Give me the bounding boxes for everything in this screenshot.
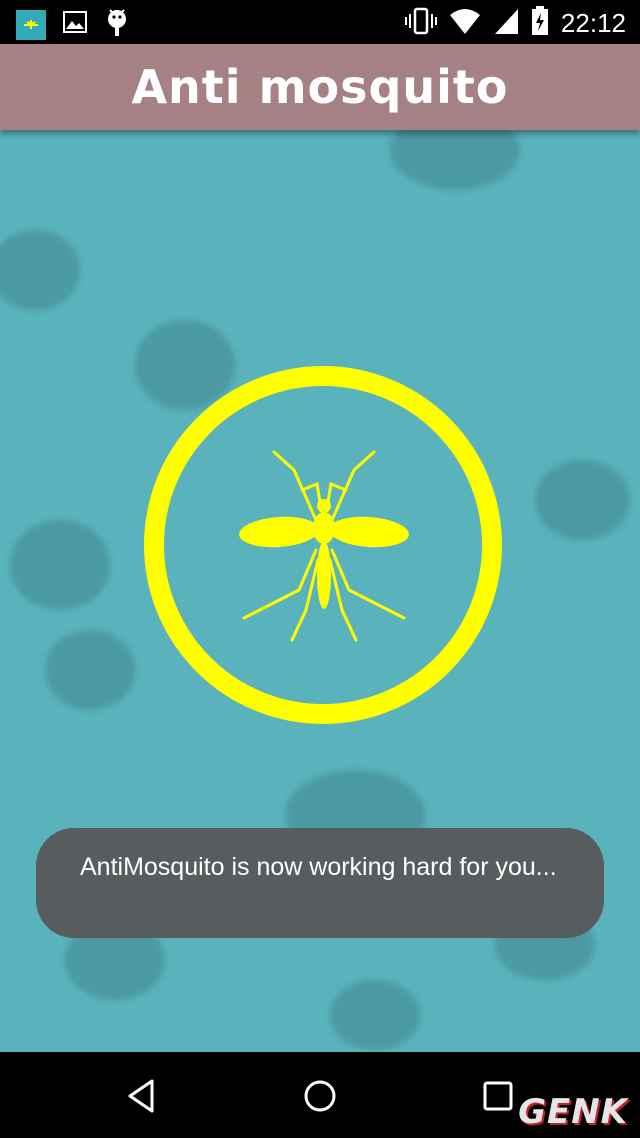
background-spot — [10, 520, 110, 610]
background-spot — [535, 460, 630, 540]
status-bar: 22:12 — [0, 0, 640, 44]
back-icon[interactable] — [122, 1076, 162, 1116]
app-notification-icon — [16, 9, 46, 40]
wifi-icon — [449, 7, 481, 40]
signal-icon — [493, 7, 519, 40]
battery-charging-icon — [531, 6, 549, 41]
background-spot — [45, 630, 135, 710]
main-content: AntiMosquito is now working hard for you… — [0, 130, 640, 1052]
app-title: Anti mosquito — [131, 60, 509, 114]
home-icon[interactable] — [300, 1076, 340, 1116]
background-spot — [135, 320, 235, 410]
navigation-bar: GENK — [0, 1052, 640, 1138]
app-title-bar: Anti mosquito — [0, 44, 640, 130]
image-icon — [62, 10, 88, 39]
system-status-icons: 22:12 — [404, 6, 626, 41]
recents-icon[interactable] — [478, 1076, 518, 1116]
mosquito-icon — [239, 450, 409, 642]
background-spot — [0, 230, 80, 310]
watermark-logo: GENK — [518, 1092, 628, 1132]
vibrate-icon — [404, 6, 437, 41]
clock: 22:12 — [560, 8, 626, 38]
android-debug-icon — [104, 7, 130, 42]
background-spot — [330, 980, 420, 1050]
notification-icons — [16, 7, 130, 42]
background-spot — [390, 130, 520, 190]
toast-message: AntiMosquito is now working hard for you… — [36, 828, 604, 938]
